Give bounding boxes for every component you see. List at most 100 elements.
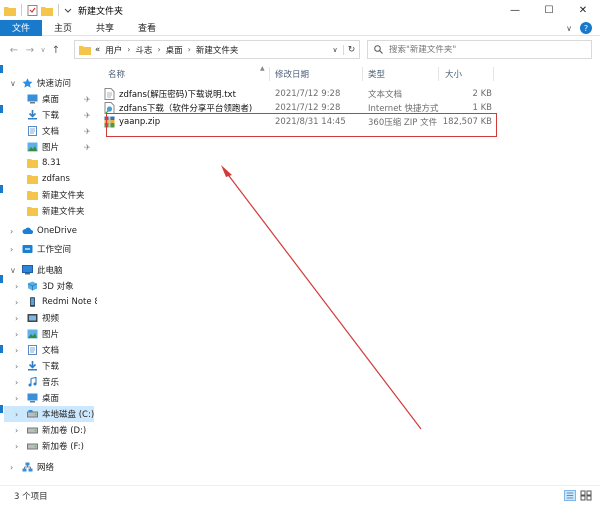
column-divider[interactable] [269,67,270,81]
breadcrumb-new-folder[interactable]: 新建文件夹 [196,44,239,56]
navigation-pane[interactable]: ∨ 快速访问 桌面 ✈ 下载 ✈ 文档 ✈ 图片 ✈ 8.31 zdfans 新… [0,65,97,483]
folder-icon [27,207,38,216]
expand-arrow-icon[interactable]: › [10,245,18,254]
expand-arrow-icon[interactable]: › [15,426,23,435]
sidebar-item-pictures[interactable]: 图片 ✈ [0,139,97,155]
pin-icon: ✈ [84,94,91,104]
address-dropdown-button[interactable]: ∨ [327,46,343,54]
breadcrumb-douzhi[interactable]: 斗志 [135,44,152,56]
details-view-icon[interactable] [564,490,576,501]
new-folder-icon[interactable] [41,5,53,16]
recent-locations-button[interactable]: ∨ [38,46,48,54]
close-button[interactable]: ✕ [566,0,600,20]
address-bar[interactable]: « 用户 › 斗志 › 桌面 › 新建文件夹 ∨ ↻ [74,40,360,59]
document-icon [28,345,37,355]
sidebar-item-documents-pc[interactable]: › 文档 [0,342,97,358]
sidebar-item-zdfans[interactable]: zdfans [0,171,97,187]
column-divider[interactable] [493,67,494,81]
properties-icon[interactable] [27,4,38,16]
sidebar-item-redmi-note-8[interactable]: › Redmi Note 8 [0,294,97,310]
expand-arrow-icon[interactable]: › [15,410,23,419]
column-divider[interactable] [438,67,439,81]
sidebar-item-pictures-pc[interactable]: › 图片 [0,326,97,342]
sidebar-item-downloads-pc[interactable]: › 下载 [0,358,97,374]
sidebar-item-new-folder-2[interactable]: 新建文件夹 [0,203,97,219]
column-header-type[interactable]: 类型 [368,67,385,81]
sidebar-item-network[interactable]: › 网络 [0,459,97,475]
tab-view[interactable]: 查看 [126,20,168,36]
expand-arrow-icon[interactable]: › [10,463,18,472]
sidebar-item-desktop[interactable]: 桌面 ✈ [0,91,97,107]
expand-arrow-icon[interactable]: › [15,330,23,339]
view-switcher [564,490,592,501]
folder-icon [27,191,38,200]
internet-shortcut-icon [104,101,115,114]
column-divider[interactable] [362,67,363,81]
sidebar-item-workspace[interactable]: › 工作空间 [0,241,97,257]
sidebar-item-drive-d[interactable]: › 新加卷 (D:) [0,422,97,438]
help-button[interactable]: ? [580,22,592,34]
sidebar-item-label: 桌面 [42,95,60,105]
collapse-arrow-icon[interactable]: ∨ [10,266,18,275]
tab-home[interactable]: 主页 [42,20,84,36]
sidebar-item-this-pc[interactable]: ∨ 此电脑 [0,262,97,278]
large-icons-view-icon[interactable] [580,490,592,501]
pin-icon: ✈ [84,110,91,120]
expand-arrow-icon[interactable]: › [15,362,23,371]
collapse-arrow-icon[interactable]: ∨ [10,79,18,88]
expand-arrow-icon[interactable]: › [15,394,23,403]
sidebar-item-drive-f[interactable]: › 新加卷 (F:) [0,438,97,454]
sidebar-item-local-disk-c[interactable]: › 本地磁盘 (C:) [4,406,94,422]
sidebar-item-music[interactable]: › 音乐 [0,374,97,390]
item-count: 3 个项目 [14,492,48,502]
back-button[interactable]: ← [6,45,22,56]
forward-button[interactable]: → [22,45,38,56]
expand-arrow-icon[interactable]: › [15,314,23,323]
up-button[interactable]: ↑ [48,45,64,56]
expand-arrow-icon[interactable]: › [15,442,23,451]
navigation-pane-scrollbar[interactable] [0,65,4,483]
sidebar-item-new-folder-1[interactable]: 新建文件夹 [0,187,97,203]
expand-arrow-icon[interactable]: › [15,378,23,387]
sidebar-item-documents[interactable]: 文档 ✈ [0,123,97,139]
breadcrumb-users[interactable]: 用户 [105,44,122,56]
network-icon [22,462,33,472]
breadcrumb-desktop[interactable]: 桌面 [166,44,183,56]
column-header-size[interactable]: 大小 [445,67,462,81]
download-icon [28,361,37,371]
customize-toolbar-icon[interactable] [64,6,72,14]
sort-indicator-icon: ▲ [260,65,265,72]
expand-ribbon-button[interactable]: ∨ [566,24,572,33]
table-row[interactable]: zdfans(解压密码)下载说明.txt 2021/7/12 9:28 文本文档… [104,86,496,101]
sidebar-item-onedrive[interactable]: › OneDrive [0,223,97,239]
search-icon [374,45,383,54]
sidebar-item-downloads[interactable]: 下载 ✈ [0,107,97,123]
search-box[interactable] [367,40,592,59]
maximize-button[interactable]: ☐ [532,0,566,20]
expand-arrow-icon[interactable]: › [15,346,23,355]
document-icon [28,126,37,136]
refresh-button[interactable]: ↻ [343,44,359,55]
breadcrumb-separator[interactable]: › [127,45,130,54]
expand-arrow-icon[interactable]: › [15,282,23,291]
column-header-date[interactable]: 修改日期 [275,67,309,81]
breadcrumb-separator[interactable]: › [157,45,160,54]
tab-file[interactable]: 文件 [0,19,43,36]
tab-share[interactable]: 共享 [84,20,126,36]
breadcrumb-overflow[interactable]: « [95,45,100,55]
sidebar-item-folder-8-31[interactable]: 8.31 [0,155,97,171]
expand-arrow-icon[interactable]: › [15,298,23,307]
sidebar-item-quick-access[interactable]: ∨ 快速访问 [0,75,97,91]
star-icon [22,78,33,88]
breadcrumb-separator[interactable]: › [188,45,191,54]
search-input[interactable] [389,44,569,55]
sidebar-item-videos[interactable]: › 视频 [0,310,97,326]
window-controls: — ☐ ✕ [498,0,600,20]
sidebar-item-label: 视频 [42,314,60,324]
column-header-name[interactable]: 名称 [108,67,125,81]
music-icon [28,377,37,387]
minimize-button[interactable]: — [498,0,532,20]
sidebar-item-desktop-pc[interactable]: › 桌面 [0,390,97,406]
expand-arrow-icon[interactable]: › [10,227,18,236]
sidebar-item-3d-objects[interactable]: › 3D 对象 [0,278,97,294]
